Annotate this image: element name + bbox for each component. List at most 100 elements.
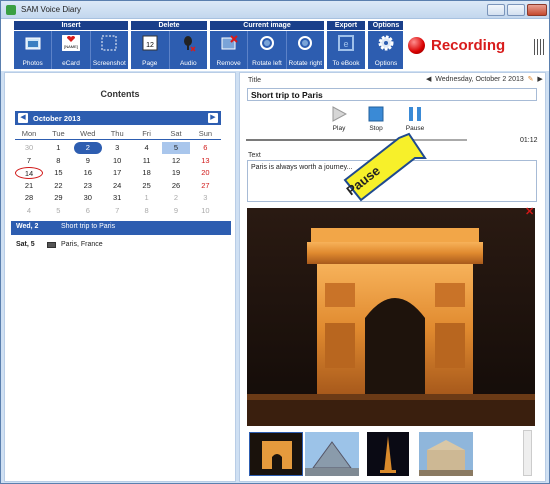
photos-button[interactable]: Photos <box>14 31 53 69</box>
main-photo[interactable] <box>247 208 535 426</box>
calendar-day[interactable]: 2 <box>73 142 102 154</box>
calendar-day[interactable]: 30 <box>74 192 102 204</box>
calendar-day[interactable]: 8 <box>44 155 72 167</box>
calendar-day[interactable]: 15 <box>44 167 72 179</box>
rotate-left-button[interactable]: Rotate left <box>248 31 287 69</box>
calendar-day[interactable]: 9 <box>74 155 102 167</box>
app-icon <box>6 5 16 15</box>
calendar-day[interactable]: 18 <box>133 167 161 179</box>
calendar-day[interactable]: 25 <box>133 180 161 192</box>
calendar-day[interactable]: 2 <box>162 192 190 204</box>
stop-button[interactable]: Stop <box>361 106 391 132</box>
calendar-day[interactable]: 6 <box>191 142 219 154</box>
remove-image-button[interactable]: Remove <box>210 31 249 69</box>
entry-title: Paris, France <box>61 241 103 248</box>
calendar-day[interactable]: 5 <box>44 205 72 217</box>
pause-icon <box>409 107 421 121</box>
calendar-day[interactable]: 7 <box>15 155 43 167</box>
calendar-day[interactable]: 14 <box>15 167 43 179</box>
options-button[interactable]: Options <box>368 31 404 69</box>
recording-indicator[interactable]: Recording <box>403 21 543 69</box>
audio-label: Audio <box>179 60 197 67</box>
close-image-icon[interactable]: ✕ <box>525 207 535 218</box>
calendar-day[interactable]: 21 <box>15 180 43 192</box>
calendar-day[interactable]: 20 <box>191 167 219 179</box>
page-badge: 12 <box>146 42 154 49</box>
date-navigator: ◀ Wednesday, October 2 2013 ✎ ▶ <box>426 75 543 83</box>
minimize-button[interactable] <box>487 4 505 16</box>
screenshot-button[interactable]: Screenshot <box>91 31 128 69</box>
calendar-day[interactable]: 1 <box>133 192 161 204</box>
calendar-day[interactable]: 8 <box>133 205 161 217</box>
calendar-day[interactable]: 5 <box>162 142 190 154</box>
calendar-day[interactable]: 3 <box>191 192 219 204</box>
svg-text:e: e <box>343 39 348 49</box>
calendar-day[interactable]: 7 <box>103 205 131 217</box>
ecard-button[interactable]: [NAME] eCard <box>52 31 91 69</box>
grip-handle[interactable] <box>534 39 544 55</box>
thumbnail-eiffel[interactable] <box>367 432 409 476</box>
photo-entry-icon <box>47 242 56 248</box>
edit-pencil-icon[interactable]: ✎ <box>526 76 534 83</box>
ecard-label: eCard <box>62 60 80 67</box>
rotate-right-icon <box>298 36 313 50</box>
calendar-day[interactable]: 13 <box>191 155 219 167</box>
rotate-left-label: Rotate left <box>252 60 282 67</box>
calendar-day[interactable]: 28 <box>15 192 43 204</box>
entry-date: Wed, 2 <box>16 223 39 230</box>
thumbnail-pantheon[interactable] <box>419 432 473 476</box>
rotate-right-button[interactable]: Rotate right <box>287 31 324 69</box>
audio-time: 01:12 <box>520 137 538 144</box>
play-button[interactable]: Play <box>324 106 354 132</box>
calendar-day[interactable]: 11 <box>133 155 161 167</box>
title-input[interactable]: Short trip to Paris <box>247 88 537 101</box>
calendar-day[interactable]: 30 <box>15 142 43 154</box>
options-label: Options <box>374 60 398 67</box>
pause-button[interactable]: Pause <box>400 106 430 132</box>
entry-row[interactable]: Sat, 5 Paris, France <box>11 239 231 251</box>
entry-date: Sat, 5 <box>16 241 35 248</box>
close-button[interactable] <box>527 4 547 16</box>
recording-label: Recording <box>431 37 506 54</box>
thumbnail-arc[interactable] <box>249 432 303 476</box>
next-month-button[interactable]: ▶ <box>208 113 218 123</box>
to-ebook-button[interactable]: e To eBook <box>327 31 365 69</box>
calendar-day[interactable]: 9 <box>162 205 190 217</box>
calendar-day[interactable]: 12 <box>162 155 190 167</box>
calendar-day[interactable]: 29 <box>44 192 72 204</box>
calendar-day[interactable]: 4 <box>133 142 161 154</box>
maximize-button[interactable] <box>507 4 525 16</box>
delete-page-button[interactable]: 12 Page <box>131 31 170 69</box>
calendar-day[interactable]: 26 <box>162 180 190 192</box>
calendar-day[interactable]: 6 <box>74 205 102 217</box>
calendar-day[interactable]: 23 <box>74 180 102 192</box>
calendar-day[interactable]: 31 <box>103 192 131 204</box>
calendar-day[interactable]: 19 <box>162 167 190 179</box>
thumbnail-scrollbar[interactable] <box>523 430 532 476</box>
calendar-day[interactable]: 10 <box>103 155 131 167</box>
thumbnail-strip <box>247 428 535 480</box>
calendar-day[interactable]: 24 <box>103 180 131 192</box>
calendar-day[interactable]: 16 <box>74 167 102 179</box>
next-day-button[interactable]: ▶ <box>535 76 542 83</box>
calendar-day[interactable]: 10 <box>191 205 219 217</box>
prev-day-button[interactable]: ◀ <box>426 76 433 83</box>
app-window: SAM Voice Diary Insert Photos [NAME] eCa… <box>0 0 550 484</box>
calendar-day[interactable]: 1 <box>44 142 72 154</box>
thumbnail-louvre[interactable] <box>305 432 359 476</box>
calendar-day[interactable]: 22 <box>44 180 72 192</box>
thumb-pantheon-image <box>419 432 473 476</box>
entry-row-selected[interactable]: Wed, 2 Short trip to Paris <box>11 221 231 235</box>
group-current-image-header: Current image <box>210 21 324 30</box>
ebook-icon: e <box>338 35 354 51</box>
delete-audio-button[interactable]: Audio <box>170 31 208 69</box>
calendar-day[interactable]: 4 <box>15 205 43 217</box>
group-current-image: Current image Remove Rotate left Rotate … <box>210 21 324 69</box>
group-options: Options Options <box>368 21 404 69</box>
calendar-day[interactable]: 17 <box>103 167 131 179</box>
prev-month-button[interactable]: ◀ <box>18 113 28 123</box>
calendar-day[interactable]: 27 <box>191 180 219 192</box>
remove-image-icon <box>221 35 238 50</box>
photos-icon <box>25 37 41 50</box>
calendar-day[interactable]: 3 <box>103 142 131 154</box>
